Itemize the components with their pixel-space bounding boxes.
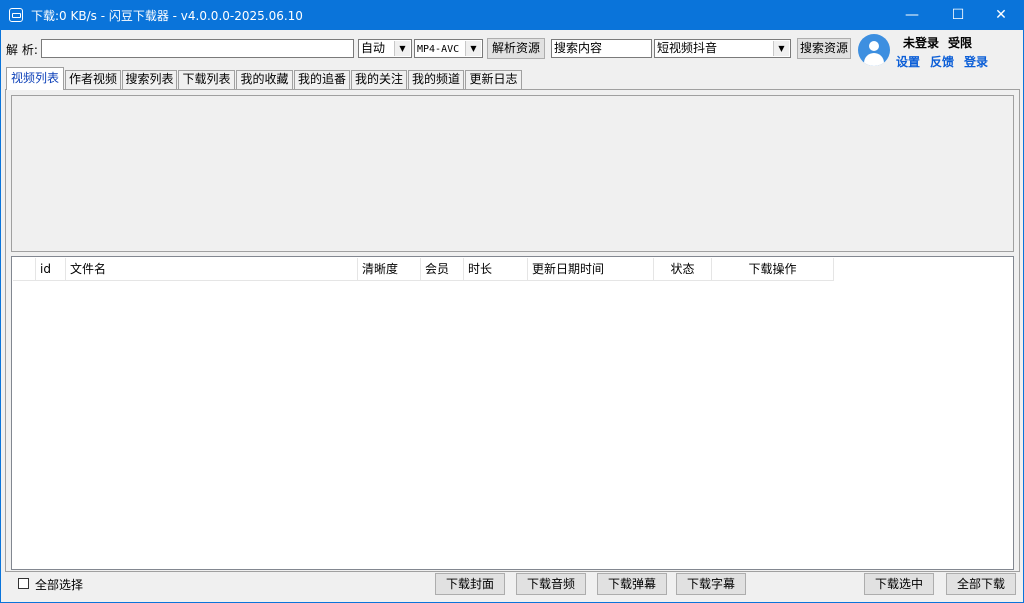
column-header-download-action[interactable]: 下载操作 bbox=[712, 258, 834, 281]
tab-author-videos[interactable]: 作者视频 bbox=[65, 70, 121, 89]
login-link[interactable]: 登录 bbox=[964, 53, 988, 70]
chevron-down-icon: ▼ bbox=[394, 41, 410, 56]
parse-url-input[interactable] bbox=[41, 39, 354, 58]
quality-select-value: 自动 bbox=[361, 41, 386, 55]
tab-my-follows[interactable]: 我的关注 bbox=[351, 70, 407, 89]
user-icon-head bbox=[869, 41, 879, 51]
column-header-select[interactable] bbox=[13, 258, 36, 281]
download-danmaku-button[interactable]: 下载弹幕 bbox=[597, 573, 667, 595]
search-input[interactable]: 搜索内容 bbox=[551, 39, 652, 58]
tab-download-list[interactable]: 下载列表 bbox=[178, 70, 235, 89]
column-header-filename[interactable]: 文件名 bbox=[66, 258, 358, 281]
tab-my-channels[interactable]: 我的频道 bbox=[408, 70, 464, 89]
select-all-label[interactable]: 全部选择 bbox=[35, 576, 83, 593]
quality-select[interactable]: 自动 ▼ bbox=[358, 39, 412, 58]
parse-resource-button[interactable]: 解析资源 bbox=[487, 38, 545, 59]
column-header-quality[interactable]: 清晰度 bbox=[358, 258, 421, 281]
search-resource-button[interactable]: 搜索资源 bbox=[797, 38, 851, 59]
download-cover-button[interactable]: 下载封面 bbox=[435, 573, 505, 595]
download-all-button[interactable]: 全部下载 bbox=[946, 573, 1016, 595]
format-select[interactable]: MP4-AVC ▼ bbox=[414, 39, 483, 58]
download-subtitle-button[interactable]: 下载字幕 bbox=[676, 573, 746, 595]
column-header-duration[interactable]: 时长 bbox=[464, 258, 528, 281]
app-icon bbox=[9, 8, 23, 22]
account-limit-status: 受限 bbox=[948, 36, 973, 50]
select-all-checkbox[interactable] bbox=[18, 578, 29, 589]
tab-my-favorites[interactable]: 我的收藏 bbox=[236, 70, 293, 89]
column-header-updated[interactable]: 更新日期时间 bbox=[528, 258, 654, 281]
column-header-status[interactable]: 状态 bbox=[654, 258, 712, 281]
download-audio-button[interactable]: 下载音频 bbox=[516, 573, 586, 595]
login-status: 未登录 bbox=[903, 36, 940, 50]
tab-search-list[interactable]: 搜索列表 bbox=[122, 70, 177, 89]
maximize-button[interactable]: ☐ bbox=[935, 0, 981, 30]
platform-select[interactable]: 短视频抖音 ▼ bbox=[654, 39, 791, 58]
tab-video-list[interactable]: 视频列表 bbox=[6, 67, 64, 90]
close-button[interactable]: ✕ bbox=[978, 0, 1024, 30]
user-icon-body bbox=[864, 53, 884, 66]
minimize-button[interactable]: — bbox=[889, 0, 935, 30]
format-select-value: MP4-AVC bbox=[417, 44, 460, 55]
tab-update-log[interactable]: 更新日志 bbox=[465, 70, 522, 89]
title-bar: 下载:0 KB/s - 闪豆下载器 - v4.0.0.0-2025.06.10 … bbox=[0, 0, 1024, 30]
chevron-down-icon: ▼ bbox=[773, 41, 789, 56]
avatar[interactable] bbox=[858, 34, 890, 66]
chevron-down-icon: ▼ bbox=[465, 41, 481, 56]
download-selected-button[interactable]: 下载选中 bbox=[864, 573, 934, 595]
parse-label: 解 析: bbox=[6, 43, 38, 57]
file-list[interactable]: id 文件名 清晰度 会员 时长 更新日期时间 状态 下载操作 bbox=[11, 256, 1014, 570]
column-header-id[interactable]: id bbox=[36, 258, 66, 281]
settings-link[interactable]: 设置 bbox=[896, 53, 920, 70]
preview-area bbox=[11, 95, 1014, 252]
column-header-vip[interactable]: 会员 bbox=[421, 258, 464, 281]
feedback-link[interactable]: 反馈 bbox=[930, 53, 954, 70]
tab-my-following-shows[interactable]: 我的追番 bbox=[294, 70, 350, 89]
window-title: 下载:0 KB/s - 闪豆下载器 - v4.0.0.0-2025.06.10 bbox=[31, 9, 303, 23]
platform-select-value: 短视频抖音 bbox=[657, 41, 718, 55]
